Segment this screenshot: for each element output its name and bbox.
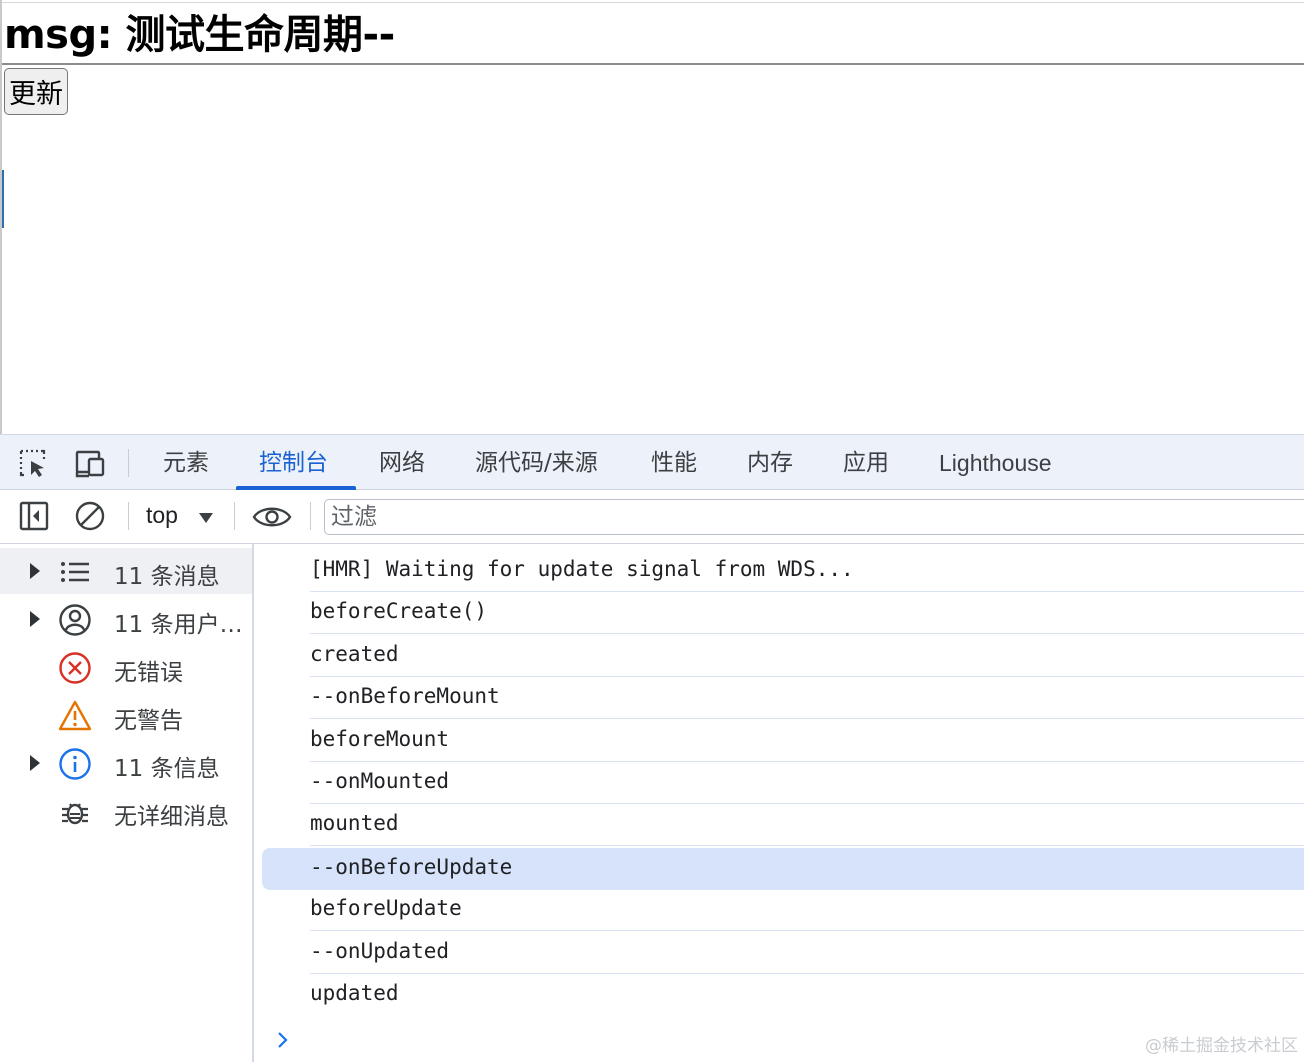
toolbar-separator — [310, 502, 311, 530]
sidebar-item-label: 11 条消息 — [114, 564, 220, 590]
device-toolbar-icon[interactable] — [74, 447, 106, 479]
toolbar-separator — [234, 502, 235, 530]
sidebar-item-messages[interactable]: 11 条消息 — [0, 548, 252, 594]
sidebar-item-label: 11 条用户… — [114, 612, 243, 638]
sidebar-item-warnings[interactable]: 无警告 — [0, 692, 252, 738]
expand-caret-icon[interactable] — [30, 611, 40, 627]
filter-box — [324, 499, 1304, 535]
list-icon — [61, 562, 89, 582]
sidebar-item-user-messages[interactable]: 11 条用户… — [0, 596, 252, 642]
tabbar-separator — [128, 449, 129, 477]
tab-console[interactable]: 控制台 — [259, 435, 328, 490]
console-toolbar: top — [0, 490, 1304, 544]
viewport-top-border — [2, 2, 1304, 3]
devtools-tabbar: 元素 控制台 网络 源代码/来源 性能 内存 应用 Lighthouse — [0, 434, 1304, 490]
update-button[interactable]: 更新 — [4, 68, 68, 115]
log-row[interactable]: updated — [310, 974, 1304, 1016]
page-heading: msg: 测试生命周期-- — [4, 12, 395, 58]
tab-elements[interactable]: 元素 — [163, 435, 209, 490]
log-message: --onBeforeUpdate — [310, 855, 513, 879]
info-icon — [59, 748, 91, 780]
log-row[interactable]: beforeCreate() — [310, 592, 1304, 634]
dropdown-arrow-icon[interactable] — [198, 512, 214, 524]
log-message: --onMounted — [310, 769, 450, 793]
log-row[interactable]: beforeUpdate — [310, 889, 1304, 931]
tab-performance[interactable]: 性能 — [651, 435, 697, 490]
sidebar-toggle-icon[interactable] — [18, 500, 50, 532]
sidebar-item-label: 11 条信息 — [114, 756, 220, 782]
log-message: beforeCreate() — [310, 599, 488, 623]
log-row[interactable]: --onMounted — [310, 762, 1304, 804]
console-sidebar: 11 条消息 11 条用户… 无错误 无警告 11 条信息 无详细消息 — [0, 544, 254, 1062]
log-message: beforeUpdate — [310, 896, 462, 920]
log-message: beforeMount — [310, 727, 450, 751]
sidebar-item-verbose[interactable]: 无详细消息 — [0, 788, 252, 834]
bug-icon — [62, 803, 88, 825]
inspect-element-icon[interactable] — [18, 447, 50, 479]
clear-console-icon[interactable] — [74, 500, 106, 532]
sidebar-item-label: 无警告 — [114, 708, 183, 734]
tab-network[interactable]: 网络 — [379, 435, 425, 490]
context-selector[interactable]: top — [146, 502, 178, 529]
tab-memory[interactable]: 内存 — [747, 435, 793, 490]
tab-application[interactable]: 应用 — [843, 435, 889, 490]
sidebar-item-errors[interactable]: 无错误 — [0, 644, 252, 690]
log-message: [HMR] Waiting for update signal from WDS… — [310, 557, 854, 581]
log-message: mounted — [310, 811, 399, 835]
error-icon — [59, 652, 91, 684]
sidebar-item-info[interactable]: 11 条信息 — [0, 740, 252, 786]
tab-lighthouse[interactable]: Lighthouse — [939, 435, 1052, 490]
console-prompt-icon[interactable] — [276, 1030, 290, 1050]
live-expression-eye-icon[interactable] — [252, 502, 292, 532]
log-row[interactable]: beforeMount — [310, 720, 1304, 762]
warning-icon — [58, 700, 92, 731]
tab-sources[interactable]: 源代码/来源 — [475, 435, 598, 490]
expand-caret-icon[interactable] — [30, 755, 40, 771]
log-row[interactable]: --onBeforeMount — [310, 677, 1304, 719]
filter-input[interactable] — [331, 502, 1231, 532]
sidebar-item-label: 无详细消息 — [114, 804, 229, 830]
log-row[interactable]: [HMR] Waiting for update signal from WDS… — [310, 550, 1304, 592]
log-row[interactable]: created — [310, 635, 1304, 677]
log-row-highlighted[interactable]: --onBeforeUpdate — [262, 848, 1304, 890]
heading-divider — [2, 63, 1304, 65]
page-viewport: msg: 测试生命周期-- 更新 — [0, 0, 1304, 434]
log-message: --onUpdated — [310, 939, 450, 963]
sidebar-item-label: 无错误 — [114, 660, 183, 686]
log-row[interactable]: --onUpdated — [310, 932, 1304, 974]
log-row[interactable]: mounted — [310, 804, 1304, 846]
expand-caret-icon[interactable] — [30, 563, 40, 579]
console-log: [HMR] Waiting for update signal from WDS… — [256, 544, 1304, 1062]
watermark: @稀土掘金技术社区 — [1145, 1036, 1298, 1056]
edge-marker — [2, 170, 4, 228]
log-message: created — [310, 642, 399, 666]
toolbar-separator — [128, 502, 129, 530]
log-message: updated — [310, 981, 399, 1005]
log-message: --onBeforeMount — [310, 684, 500, 708]
user-icon — [59, 604, 91, 636]
devtools-panel: 元素 控制台 网络 源代码/来源 性能 内存 应用 Lighthouse top — [0, 434, 1304, 1062]
